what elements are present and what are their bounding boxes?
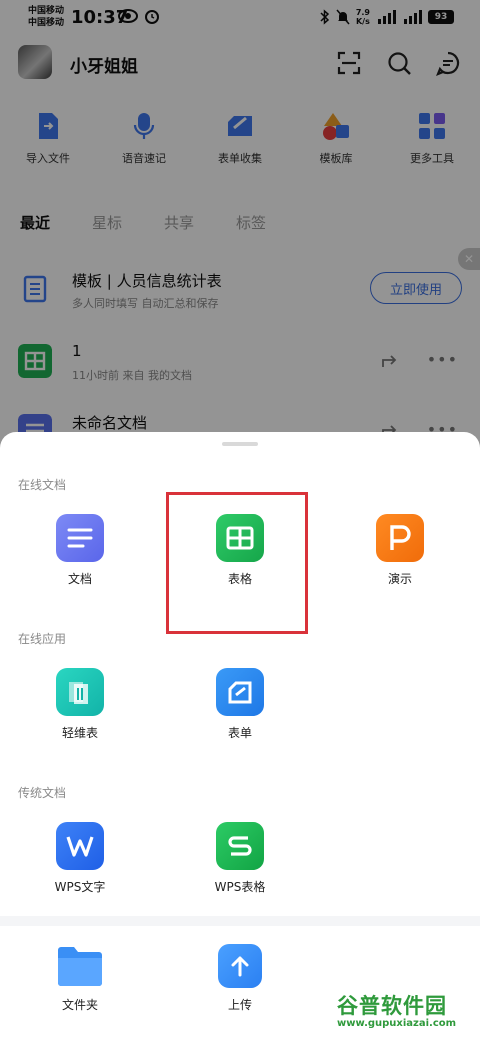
create-presentation-button[interactable]: 演示 [340, 514, 460, 587]
item-label: 演示 [387, 572, 412, 586]
create-light-table-button[interactable]: 轻维表 [20, 668, 140, 741]
item-label: 上传 [227, 998, 252, 1012]
create-folder-button[interactable]: 文件夹 [20, 944, 140, 1013]
create-wps-spreadsheet-button[interactable]: WPS表格 [180, 822, 300, 895]
wps-spreadsheet-icon [216, 822, 264, 870]
watermark-title: 谷普软件园 [337, 994, 447, 1018]
watermark-url: www.gupuxiazai.com [337, 1018, 457, 1029]
item-label: 轻维表 [61, 726, 98, 740]
item-label: WPS表格 [214, 880, 266, 894]
create-form-button[interactable]: 表单 [180, 668, 300, 741]
upload-icon [218, 944, 262, 988]
item-label: 文档 [67, 572, 92, 586]
light-table-icon [56, 668, 104, 716]
item-label: 文件夹 [61, 998, 98, 1012]
folder-icon [58, 947, 102, 986]
document-icon [56, 514, 104, 562]
item-label: 表单 [227, 726, 252, 740]
upload-button[interactable]: 上传 [180, 944, 300, 1013]
site-watermark: 谷普软件园 www.gupuxiazai.com [333, 990, 475, 1034]
form-icon [216, 668, 264, 716]
create-new-sheet: 在线文档 文档 表格 演示 在线应用 轻维表 表单 传统文档 WPS文字 WPS… [0, 432, 480, 1040]
section-title-online-docs: 在线文档 [18, 478, 67, 492]
sheet-drag-handle[interactable] [222, 442, 258, 446]
item-label: WPS文字 [54, 880, 106, 894]
create-document-button[interactable]: 文档 [20, 514, 140, 587]
wps-writer-icon [56, 822, 104, 870]
section-divider [0, 916, 480, 926]
section-title-traditional-docs: 传统文档 [18, 786, 67, 800]
highlight-box [166, 492, 308, 634]
create-wps-writer-button[interactable]: WPS文字 [20, 822, 140, 895]
presentation-icon [376, 514, 424, 562]
section-title-online-apps: 在线应用 [18, 632, 67, 646]
